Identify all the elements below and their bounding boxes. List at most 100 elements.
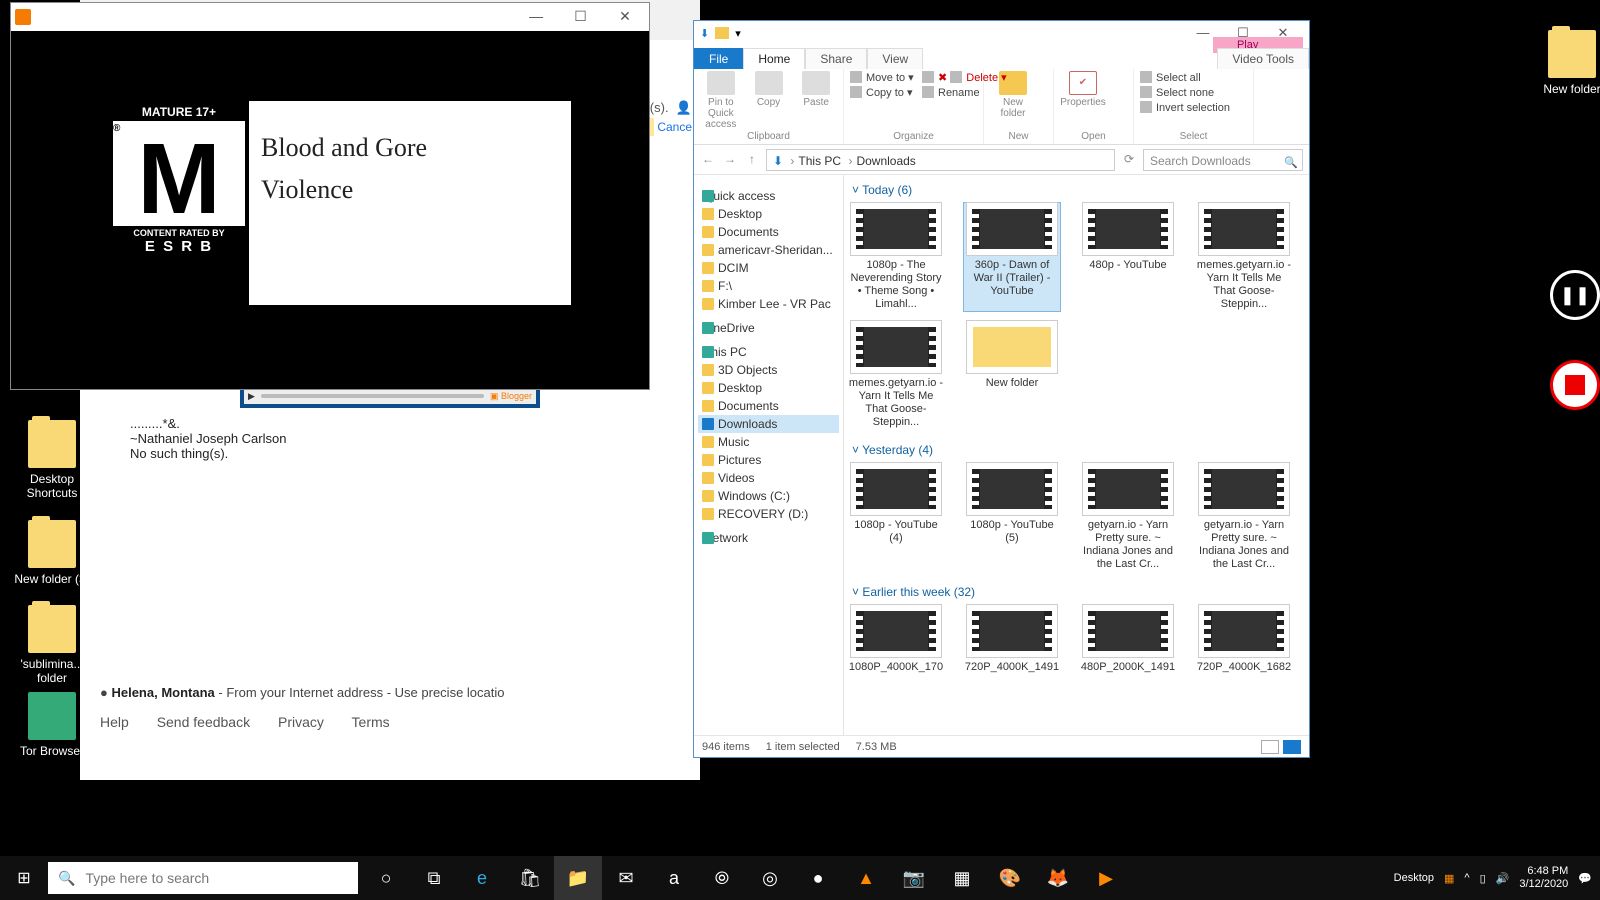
file-item[interactable]: New folder [964,321,1060,429]
paste-button[interactable]: Paste [795,71,837,108]
nav-item[interactable]: Documents [698,397,839,415]
tab-share[interactable]: Share [805,48,867,69]
nav-this-pc[interactable]: This PC [698,343,839,361]
cancel-link[interactable]: Cance [657,120,692,134]
tab-home[interactable]: Home [743,48,805,69]
paint-icon[interactable]: 🎨 [986,856,1034,900]
progress-bar[interactable] [261,394,484,398]
nav-item[interactable]: Kimber Lee - VR Pac [698,295,839,313]
file-item[interactable]: 1080P_4000K_170 [848,605,944,674]
tray-icon[interactable]: ▦ [1444,872,1454,885]
nav-item[interactable]: Desktop [698,379,839,397]
play-icon[interactable]: ▶ [248,391,255,402]
network-icon[interactable]: ▯ [1480,872,1486,885]
file-item[interactable]: 1080p - YouTube (5) [964,463,1060,571]
delete-button[interactable]: ✖ Delete ▾ [922,71,1007,84]
nav-item[interactable]: Music [698,433,839,451]
start-button[interactable]: ⊞ [0,868,48,888]
tab-video-tools[interactable]: Video Tools [1217,48,1309,69]
down-arrow-icon[interactable]: ⬇ [700,27,709,40]
chevron-up-icon[interactable]: ^ [1464,872,1469,884]
desktop-toolbar[interactable]: Desktop [1394,872,1434,884]
nav-item[interactable]: Desktop [698,205,839,223]
group-header[interactable]: Yesterday (4) [848,439,1301,463]
navigation-pane[interactable]: Quick access Desktop Documents americavr… [694,175,844,735]
tab-file[interactable]: File [694,48,743,69]
invert-selection-button[interactable]: Invert selection [1140,101,1247,114]
tripadvisor-icon[interactable]: ⦾ [698,856,746,900]
privacy-link[interactable]: Privacy [278,714,324,730]
up-button[interactable]: ↑ [744,152,760,168]
nav-quick-access[interactable]: Quick access [698,187,839,205]
nav-item[interactable]: DCIM [698,259,839,277]
edge-icon[interactable]: e [458,856,506,900]
file-item[interactable]: 360p - Dawn of War II (Trailer) - YouTub… [964,203,1060,311]
file-item[interactable]: 480P_2000K_1491 [1080,605,1176,674]
file-item[interactable]: 720P_4000K_1682 [1196,605,1292,674]
chevron-down-icon[interactable]: ▾ [735,27,741,40]
pin-button[interactable]: Pin to Quick access [700,71,742,130]
nav-onedrive[interactable]: OneDrive [698,319,839,337]
cortana-icon[interactable]: ○ [362,856,410,900]
vlc-icon[interactable]: ▲ [842,856,890,900]
notifications-icon[interactable]: 💬 [1578,872,1592,885]
taskbar[interactable]: ⊞ 🔍Type here to search ○ ⧉ e 🛍 📁 ✉ a ⦾ ◎… [0,856,1600,900]
nav-item[interactable]: RECOVERY (D:) [698,505,839,523]
feedback-link[interactable]: Send feedback [157,714,250,730]
file-list[interactable]: Today (6)1080p - The Neverending Story •… [844,175,1309,735]
maximize-button[interactable]: ☐ [561,8,601,25]
forward-button[interactable]: → [722,152,738,168]
select-none-button[interactable]: Select none [1140,86,1247,99]
copy-button[interactable]: Copy [748,71,790,108]
system-tray[interactable]: Desktop ▦ ^ ▯ 🔊 6:48 PM3/12/2020 💬 [1386,865,1600,891]
stop-recording-button[interactable] [1550,360,1600,410]
nav-item[interactable]: F:\ [698,277,839,295]
nav-network[interactable]: Network [698,529,839,547]
search-input[interactable]: Search Downloads [1143,149,1303,171]
pause-recording-button[interactable]: ❚❚ [1550,270,1600,320]
titlebar[interactable]: — ☐ ✕ [11,3,649,31]
file-item[interactable]: memes.getyarn.io - Yarn It Tells Me That… [848,321,944,429]
nav-item-downloads[interactable]: Downloads [698,415,839,433]
nav-item[interactable]: Windows (C:) [698,487,839,505]
back-button[interactable]: ← [700,152,716,168]
group-header[interactable]: Today (6) [848,179,1301,203]
file-item[interactable]: getyarn.io - Yarn Pretty sure. ~ Indiana… [1196,463,1292,571]
task-view-icon[interactable]: ⧉ [410,856,458,900]
taskbar-search[interactable]: 🔍Type here to search [48,862,358,894]
app-icon[interactable]: ▦ [938,856,986,900]
file-item[interactable]: 1080p - The Neverending Story • Theme So… [848,203,944,311]
refresh-button[interactable]: ⟳ [1121,152,1137,168]
tab-view[interactable]: View [867,48,923,69]
nav-item[interactable]: americavr-Sheridan... [698,241,839,259]
app-icon[interactable]: ● [794,856,842,900]
media-player-icon[interactable]: ▶ [1082,856,1130,900]
group-header[interactable]: Earlier this week (32) [848,581,1301,605]
icons-view-button[interactable] [1283,740,1301,754]
file-item[interactable]: 720P_4000K_1491 [964,605,1060,674]
nav-item[interactable]: Pictures [698,451,839,469]
file-item[interactable]: memes.getyarn.io - Yarn It Tells Me That… [1196,203,1292,311]
volume-icon[interactable]: 🔊 [1496,872,1510,885]
store-icon[interactable]: 🛍 [506,856,554,900]
nav-item[interactable]: Documents [698,223,839,241]
file-item[interactable]: 1080p - YouTube (4) [848,463,944,571]
mail-icon[interactable]: ✉ [602,856,650,900]
breadcrumb[interactable]: ⬇ ›This PC ›Downloads [766,149,1115,171]
rename-button[interactable]: Rename [922,86,1007,99]
help-link[interactable]: Help [100,714,129,730]
select-all-button[interactable]: Select all [1140,71,1247,84]
camera-icon[interactable]: 📷 [890,856,938,900]
properties-button[interactable]: ✔Properties [1060,71,1106,108]
nav-item[interactable]: 3D Objects [698,361,839,379]
nav-item[interactable]: Videos [698,469,839,487]
clock[interactable]: 6:48 PM3/12/2020 [1519,865,1568,891]
file-item[interactable]: 480p - YouTube [1080,203,1176,311]
details-view-button[interactable] [1261,740,1279,754]
explorer-icon[interactable]: 📁 [554,856,602,900]
app-icon[interactable]: ◎ [746,856,794,900]
desktop-icon[interactable]: New folder [1532,30,1600,96]
terms-link[interactable]: Terms [352,714,390,730]
minimize-button[interactable]: — [516,8,556,24]
firefox-icon[interactable]: 🦊 [1034,856,1082,900]
